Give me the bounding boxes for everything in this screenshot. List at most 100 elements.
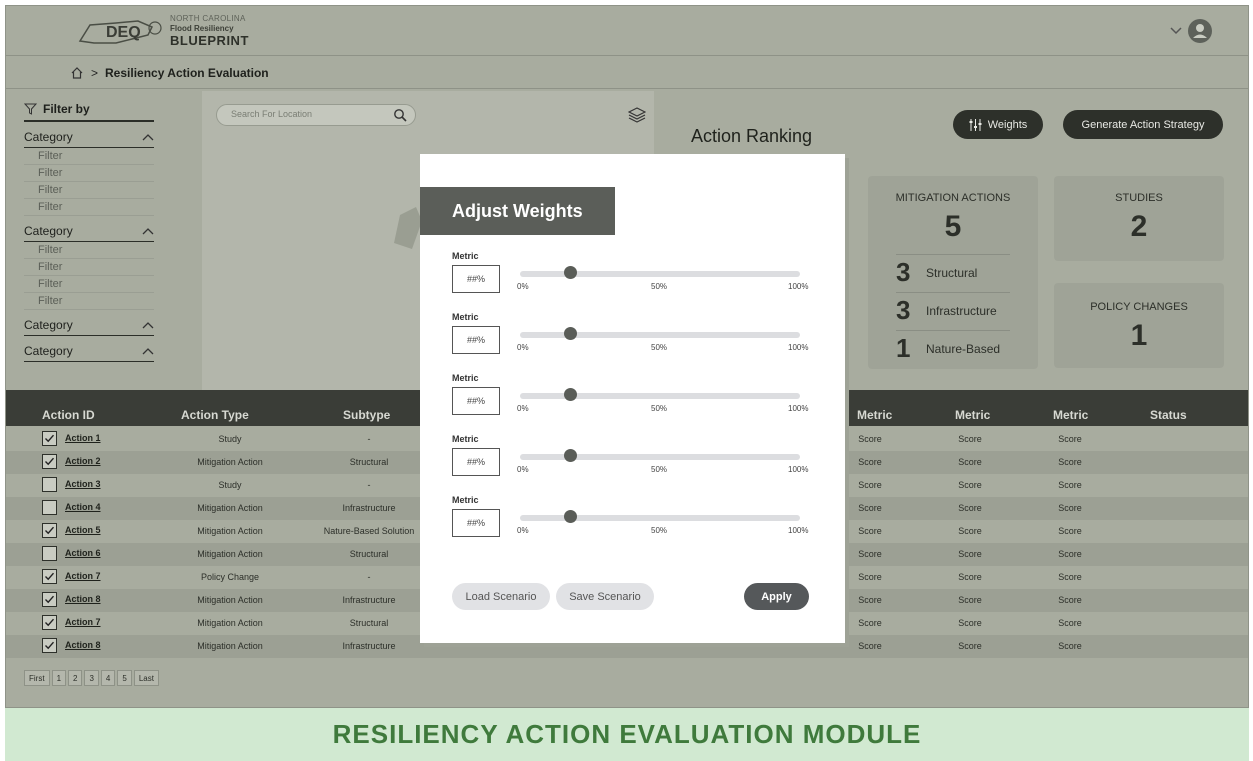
metric-label: Metric [452,434,479,444]
row-checkbox[interactable] [42,477,57,492]
row-checkbox[interactable] [42,546,57,561]
save-scenario-button[interactable]: Save Scenario [556,583,654,610]
column-metric-2[interactable]: Metric [955,408,990,422]
row-checkbox[interactable] [42,454,57,469]
nature-based-count-row: 1 Nature-Based [896,330,1010,366]
action-link[interactable]: Action 5 [65,525,101,535]
modal-title: Adjust Weights [420,187,615,235]
metric-percent-input[interactable]: ##% [452,326,500,354]
page-3[interactable]: 3 [84,670,99,686]
metric-1-score: Score [858,549,882,559]
row-checkbox[interactable] [42,431,57,446]
home-icon[interactable] [70,66,84,80]
weight-slider-track[interactable] [520,515,800,521]
deq-logo[interactable]: DEQ NORTH CAROLINA Flood Resiliency BLUE… [76,14,249,48]
location-search[interactable]: Search For Location [216,104,416,126]
user-menu[interactable] [1170,19,1212,43]
action-type-cell: Mitigation Action [197,526,263,536]
studies-label: STUDIES [1115,192,1163,204]
category-header[interactable]: Category [24,126,154,148]
metric-percent-input[interactable]: ##% [452,265,500,293]
metric-percent-input[interactable]: ##% [452,509,500,537]
page-4[interactable]: 4 [100,670,116,686]
filter-option[interactable]: Filter [24,293,154,310]
column-action-id[interactable]: Action ID [42,408,95,422]
weight-slider-track[interactable] [520,332,800,338]
page-first[interactable]: First [24,670,50,686]
tick-label-mid: 50% [651,282,668,291]
action-link[interactable]: Action 6 [65,548,101,558]
action-type-cell: Mitigation Action [197,503,263,513]
weight-slider-handle[interactable] [564,388,578,401]
weight-slider-track[interactable] [520,393,800,399]
action-link[interactable]: Action 7 [65,571,101,581]
page-1[interactable]: 1 [51,670,67,686]
filter-option[interactable]: Filter [24,259,154,276]
action-link[interactable]: Action 8 [65,594,101,604]
action-link[interactable]: Action 7 [65,617,101,627]
row-checkbox[interactable] [42,638,57,653]
filter-option[interactable]: Filter [24,148,154,165]
row-checkbox[interactable] [42,615,57,630]
pagination: First 1 2 3 4 5 Last [24,670,159,686]
load-scenario-button[interactable]: Load Scenario [452,583,550,610]
column-metric-3[interactable]: Metric [1053,408,1088,422]
layers-icon[interactable] [628,107,646,123]
search-icon[interactable] [393,108,407,122]
filter-option[interactable]: Filter [24,276,154,293]
column-action-type[interactable]: Action Type [181,408,249,422]
metric-1-score: Score [858,641,882,651]
weight-slider-handle[interactable] [564,266,578,279]
filter-option[interactable]: Filter [24,182,154,199]
filter-header: Filter by [24,102,154,122]
action-link[interactable]: Action 3 [65,479,101,489]
generate-strategy-button[interactable]: Generate Action Strategy [1063,110,1223,139]
column-status[interactable]: Status [1150,408,1187,422]
category-header[interactable]: Category [24,220,154,242]
page-last[interactable]: Last [133,670,159,686]
action-link[interactable]: Action 4 [65,502,101,512]
action-link[interactable]: Action 1 [65,433,101,443]
page-2[interactable]: 2 [68,670,83,686]
filter-panel: Filter by Category Filter Filter Filter … [24,102,154,362]
chevron-down-icon[interactable] [1170,27,1182,35]
category-header[interactable]: Category [24,340,154,362]
metric-2-score: Score [958,572,982,582]
action-link[interactable]: Action 2 [65,456,101,466]
page-5[interactable]: 5 [117,670,132,686]
check-icon [45,618,55,627]
metric-2-score: Score [958,595,982,605]
weight-slider-handle[interactable] [564,510,578,523]
weight-slider-track[interactable] [520,454,800,460]
weight-slider-track[interactable] [520,271,800,277]
filter-option[interactable]: Filter [24,199,154,216]
check-icon [45,434,55,443]
filter-option[interactable]: Filter [24,165,154,182]
metric-percent-input[interactable]: ##% [452,448,500,476]
logo-abbr: DEQ [106,24,141,41]
metric-1-score: Score [858,434,882,444]
action-link[interactable]: Action 8 [65,640,101,650]
column-subtype[interactable]: Subtype [343,408,390,422]
filter-title: Filter by [43,102,90,116]
category-header[interactable]: Category [24,314,154,336]
metric-2-score: Score [958,641,982,651]
tick-label-min: 0% [517,343,529,352]
column-metric-1[interactable]: Metric [857,408,892,422]
weight-slider-handle[interactable] [564,327,578,340]
row-checkbox[interactable] [42,523,57,538]
weight-slider-handle[interactable] [564,449,578,462]
check-icon [45,526,55,535]
generate-strategy-label: Generate Action Strategy [1081,118,1205,131]
filter-option[interactable]: Filter [24,242,154,259]
metric-1-score: Score [858,618,882,628]
metric-weight-row: Metric ##% 0% 50% 100% [452,312,812,372]
row-checkbox[interactable] [42,569,57,584]
apply-button[interactable]: Apply [744,583,809,610]
row-checkbox[interactable] [42,500,57,515]
filter-icon [24,103,37,115]
avatar[interactable] [1188,19,1212,43]
row-checkbox[interactable] [42,592,57,607]
weights-button[interactable]: Weights [953,110,1043,139]
metric-percent-input[interactable]: ##% [452,387,500,415]
